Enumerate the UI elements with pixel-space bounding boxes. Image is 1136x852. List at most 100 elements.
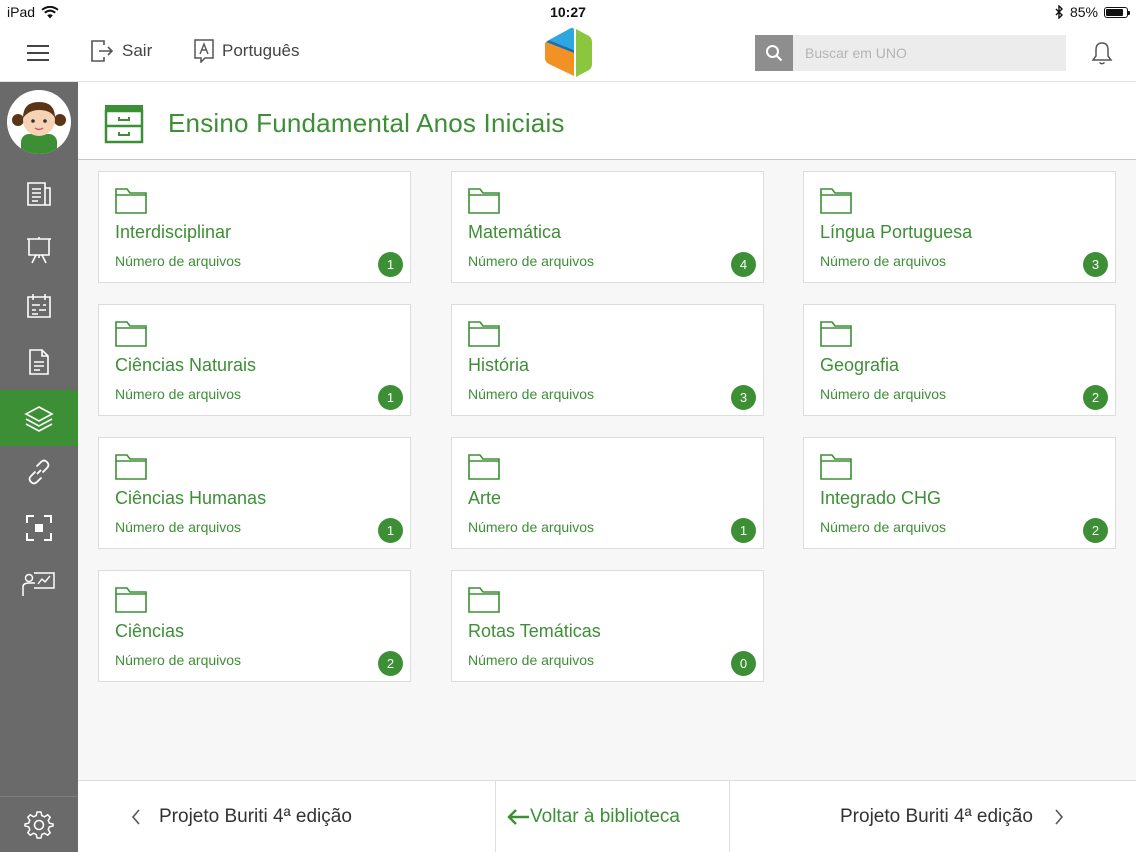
search-input[interactable] (793, 35, 1066, 71)
status-bar: iPad 10:27 85% (0, 0, 1136, 24)
file-count-label: Número de arquivos (468, 519, 595, 535)
file-count-label: Número de arquivos (115, 386, 242, 402)
planner-icon (27, 294, 51, 318)
category-card[interactable]: Integrado CHG Número de arquivos 2 (803, 437, 1116, 549)
category-title: Geografia (820, 355, 900, 375)
clock: 10:27 (550, 4, 586, 20)
divider (729, 781, 730, 852)
file-count-label: Número de arquivos (115, 253, 242, 269)
category-title: Ciências Naturais (115, 355, 257, 375)
next-book-button[interactable]: Projeto Buriti 4ª edição (840, 781, 1065, 852)
file-count-badge: 1 (731, 518, 756, 543)
category-card[interactable]: Ciências Naturais Número de arquivos 1 (98, 304, 411, 416)
file-count-label: Número de arquivos (115, 652, 242, 668)
category-title: Matemática (468, 222, 562, 242)
back-to-library-label: Voltar à biblioteca (530, 806, 680, 827)
settings-button[interactable] (0, 796, 78, 852)
bluetooth-icon (1055, 5, 1063, 19)
app-logo[interactable] (543, 26, 593, 80)
category-title: Arte (468, 488, 502, 508)
category-title: Ciências Humanas (115, 488, 267, 508)
category-card[interactable]: Interdisciplinar Número de arquivos 1 (98, 171, 411, 283)
category-title: Integrado CHG (820, 488, 942, 508)
battery-icon (1104, 6, 1130, 18)
folder-icon (468, 587, 500, 618)
sidebar-item-links[interactable] (0, 446, 78, 498)
category-card[interactable]: Ciências Humanas Número de arquivos 1 (98, 437, 411, 549)
previous-book-label: Projeto Buriti 4ª edição (159, 806, 352, 827)
category-title: Ciências (115, 621, 185, 641)
sidebar-item-news[interactable] (0, 168, 78, 220)
category-card[interactable]: Matemática Número de arquivos 4 (451, 171, 764, 283)
previous-book-button[interactable]: Projeto Buriti 4ª edição (130, 781, 352, 852)
newspaper-icon (27, 182, 51, 206)
file-count-badge: 1 (378, 385, 403, 410)
sidebar-item-planner[interactable] (0, 280, 78, 332)
file-count-label: Número de arquivos (468, 652, 595, 668)
notifications-bell-icon[interactable] (1088, 39, 1116, 67)
file-count-badge: 2 (1083, 518, 1108, 543)
arrow-left-icon (507, 809, 529, 825)
category-card[interactable]: Ciências Número de arquivos 2 (98, 570, 411, 682)
language-label: Português (222, 41, 300, 60)
category-card[interactable]: Língua Portuguesa Número de arquivos 3 (803, 171, 1116, 283)
category-card[interactable]: Geografia Número de arquivos 2 (803, 304, 1116, 416)
category-title: Língua Portuguesa (820, 222, 973, 242)
avatar[interactable] (7, 90, 71, 154)
layers-icon (24, 406, 54, 432)
file-cabinet-icon (104, 104, 144, 149)
chevron-left-icon (131, 809, 140, 825)
file-count-badge: 1 (378, 518, 403, 543)
search-bar (755, 35, 1066, 71)
file-count-label: Número de arquivos (820, 519, 947, 535)
sidebar-item-presentations[interactable] (0, 224, 78, 276)
document-icon (29, 349, 49, 375)
logout-button[interactable]: Sair (90, 39, 152, 63)
file-count-label: Número de arquivos (820, 386, 947, 402)
category-card[interactable]: História Número de arquivos 3 (451, 304, 764, 416)
bottom-navigation: Projeto Buriti 4ª edição Voltar à biblio… (78, 780, 1136, 852)
search-icon (766, 45, 783, 62)
divider (495, 781, 496, 852)
page-header: Ensino Fundamental Anos Iniciais (78, 82, 1136, 160)
file-count-label: Número de arquivos (468, 386, 595, 402)
link-icon (28, 459, 50, 485)
hamburger-menu-icon[interactable] (22, 38, 54, 68)
file-count-badge: 0 (731, 651, 756, 676)
gear-icon (24, 810, 54, 839)
folder-icon (115, 321, 147, 352)
folder-icon (115, 454, 147, 485)
battery-percent: 85% (1069, 4, 1098, 20)
file-count-badge: 3 (1083, 252, 1108, 277)
folder-icon (820, 188, 852, 219)
category-card[interactable]: Arte Número de arquivos 1 (451, 437, 764, 549)
folder-icon (468, 188, 500, 219)
top-bar: Sair Português (0, 24, 1136, 82)
chevron-right-icon (1055, 809, 1063, 825)
sidebar-item-teaching[interactable] (0, 558, 78, 610)
teacher-board-icon (22, 572, 55, 596)
logout-label: Sair (122, 41, 153, 60)
presentation-board-icon (27, 237, 51, 264)
folder-icon (820, 454, 852, 485)
back-to-library-button[interactable]: Voltar à biblioteca (506, 781, 680, 852)
file-count-badge: 2 (378, 651, 403, 676)
sidebar-item-documents[interactable] (0, 336, 78, 388)
search-button[interactable] (755, 35, 793, 71)
scan-focus-icon (26, 515, 52, 541)
category-title: História (468, 355, 530, 375)
language-button[interactable]: Português (194, 39, 300, 63)
file-count-badge: 1 (378, 252, 403, 277)
language-icon (194, 39, 214, 63)
sidebar-item-scanner[interactable] (0, 502, 78, 554)
file-count-badge: 2 (1083, 385, 1108, 410)
sidebar-item-library[interactable] (0, 390, 78, 446)
category-card[interactable]: Rotas Temáticas Número de arquivos 0 (451, 570, 764, 682)
page-title: Ensino Fundamental Anos Iniciais (168, 108, 565, 138)
file-count-label: Número de arquivos (820, 253, 947, 269)
folder-icon (468, 454, 500, 485)
file-count-badge: 4 (731, 252, 756, 277)
folder-icon (820, 321, 852, 352)
sidebar (0, 82, 78, 852)
file-count-badge: 3 (731, 385, 756, 410)
